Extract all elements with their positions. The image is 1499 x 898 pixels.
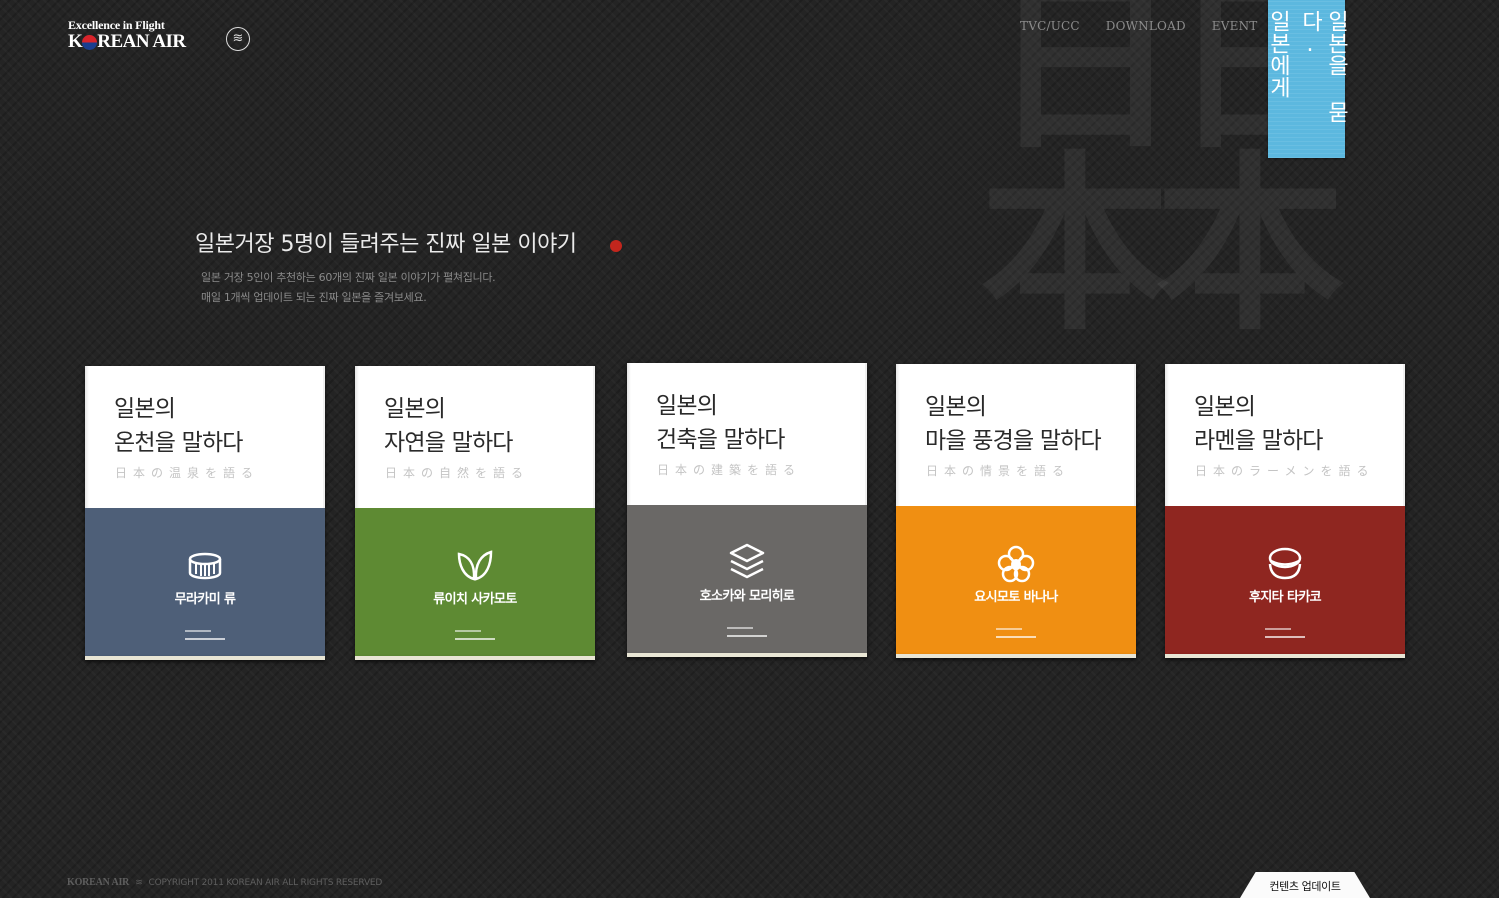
logo-letter: K [68,31,83,52]
book-color-band: 후지타 타카코 [1165,506,1405,654]
book-architecture[interactable]: 일본의 건축을 말하다 日本の建築を語る 호소카와 모리히로 [627,363,867,657]
korean-air-logo[interactable]: Excellence in Flight K REAN AIR ≋ [68,18,258,58]
book-subtitle: 日本の温泉を語る [115,466,260,480]
skyteam-icon: ≋ [226,27,250,51]
book-title-line2: 자연을 말하다 [384,430,513,456]
book-korean-air-logo [455,630,495,640]
book-color-band: 호소카와 모리히로 [627,505,867,653]
book-title: 일본의 라멘을 말하다 [1194,390,1323,458]
layers-icon [729,543,765,579]
leaf-icon [457,550,493,581]
nav-event[interactable]: EVENT [1212,19,1258,33]
book-korean-air-logo [727,627,767,637]
book-color-band: 요시모토 바나나 [896,506,1136,654]
nav-tvc-ucc[interactable]: TVC/UCC [1020,19,1080,33]
flower-icon [997,545,1035,583]
intro-line-1: 일본 거장 5인이 추천하는 60개의 진짜 일본 이야기가 펼쳐집니다. [201,271,496,284]
ramen-bowl-icon [1268,547,1302,580]
content-update-label: 컨텐츠 업데이트 [1269,880,1341,893]
book-author: 요시모토 바나나 [974,590,1058,605]
book-title: 일본의 마을 풍경을 말하다 [925,390,1102,458]
page-headline: 일본거장 5명이 들려주는 진짜 일본 이야기 [195,232,577,257]
nav-download[interactable]: DOWNLOAD [1106,19,1186,33]
book-author: 무라카미 류 [174,592,236,607]
book-title-line2: 마을 풍경을 말하다 [925,428,1102,454]
intro-line-2: 매일 1개씩 업데이트 되는 진짜 일본을 즐겨보세요. [201,291,427,304]
book-subtitle: 日本の建築を語る [657,463,802,477]
red-seal-icon [610,240,622,252]
book-author: 류이치 사카모토 [433,592,517,607]
book-onsen[interactable]: 일본의 온천을 말하다 日本の温泉を語る 무라카미 류 [85,366,325,660]
book-title: 일본의 건축을 말하다 [656,389,785,457]
book-title-line2: 건축을 말하다 [656,427,785,453]
logo-letters: REAN AIR [97,31,186,52]
book-ramen[interactable]: 일본의 라멘을 말하다 日本のラーメンを語る 후지타 타카코 [1165,364,1405,658]
book-subtitle: 日本の情景を語る [926,464,1071,478]
bath-tub-icon [188,552,222,580]
book-nature[interactable]: 일본의 자연을 말하다 日本の自然を語る 류이치 사카모토 [355,366,595,660]
book-title-line1: 일본의 [114,396,176,422]
book-author: 호소카와 모리히로 [699,589,795,604]
book-color-band: 무라카미 류 [85,508,325,656]
footer-skyteam-icon: ≋ [135,877,143,888]
book-korean-air-logo [185,630,225,640]
intro-description: 일본 거장 5인이 추천하는 60개의 진짜 일본 이야기가 펼쳐집니다. 매일… [201,268,496,308]
book-village[interactable]: 일본의 마을 풍경을 말하다 日本の情景を語る 요시모토 바나나 [896,364,1136,658]
book-author: 후지타 타카코 [1248,590,1322,605]
taegeuk-icon [82,34,98,50]
book-color-band: 류이치 사카모토 [355,508,595,656]
book-title-line1: 일본의 [656,393,718,419]
book-korean-air-logo [1265,628,1305,638]
book-subtitle: 日本の自然を語る [385,466,530,480]
content-update-tab[interactable]: 컨텐츠 업데이트 [1240,872,1370,898]
book-title-line2: 온천을 말하다 [114,430,243,456]
watermark-char: 本 [1155,133,1346,356]
top-nav: TVC/UCC DOWNLOAD EVENT [1020,19,1257,33]
watermark-char: 本 [980,133,1171,356]
footer-logo: KOREAN AIR [67,877,130,888]
book-title-line1: 일본의 [1194,394,1256,420]
book-title: 일본의 온천을 말하다 [114,392,243,460]
book-title-line1: 일본의 [384,396,446,422]
book-subtitle: 日本のラーメンを語る [1195,464,1375,478]
campaign-banner[interactable]: 일본을 묻다. 일본에게 [1265,0,1349,158]
book-title-line2: 라멘을 말하다 [1194,428,1323,454]
copyright-text: COPYRIGHT 2011 KOREAN AIR ALL RIGHTS RES… [148,877,383,888]
banner-text-line1: 일본을 묻다. [1297,10,1349,123]
book-korean-air-logo [996,628,1036,638]
book-title: 일본의 자연을 말하다 [384,392,513,460]
banner-text-line2: 일본에게 [1265,10,1291,98]
book-title-line1: 일본의 [925,394,987,420]
footer: KOREAN AIR ≋ COPYRIGHT 2011 KOREAN AIR A… [67,877,382,888]
